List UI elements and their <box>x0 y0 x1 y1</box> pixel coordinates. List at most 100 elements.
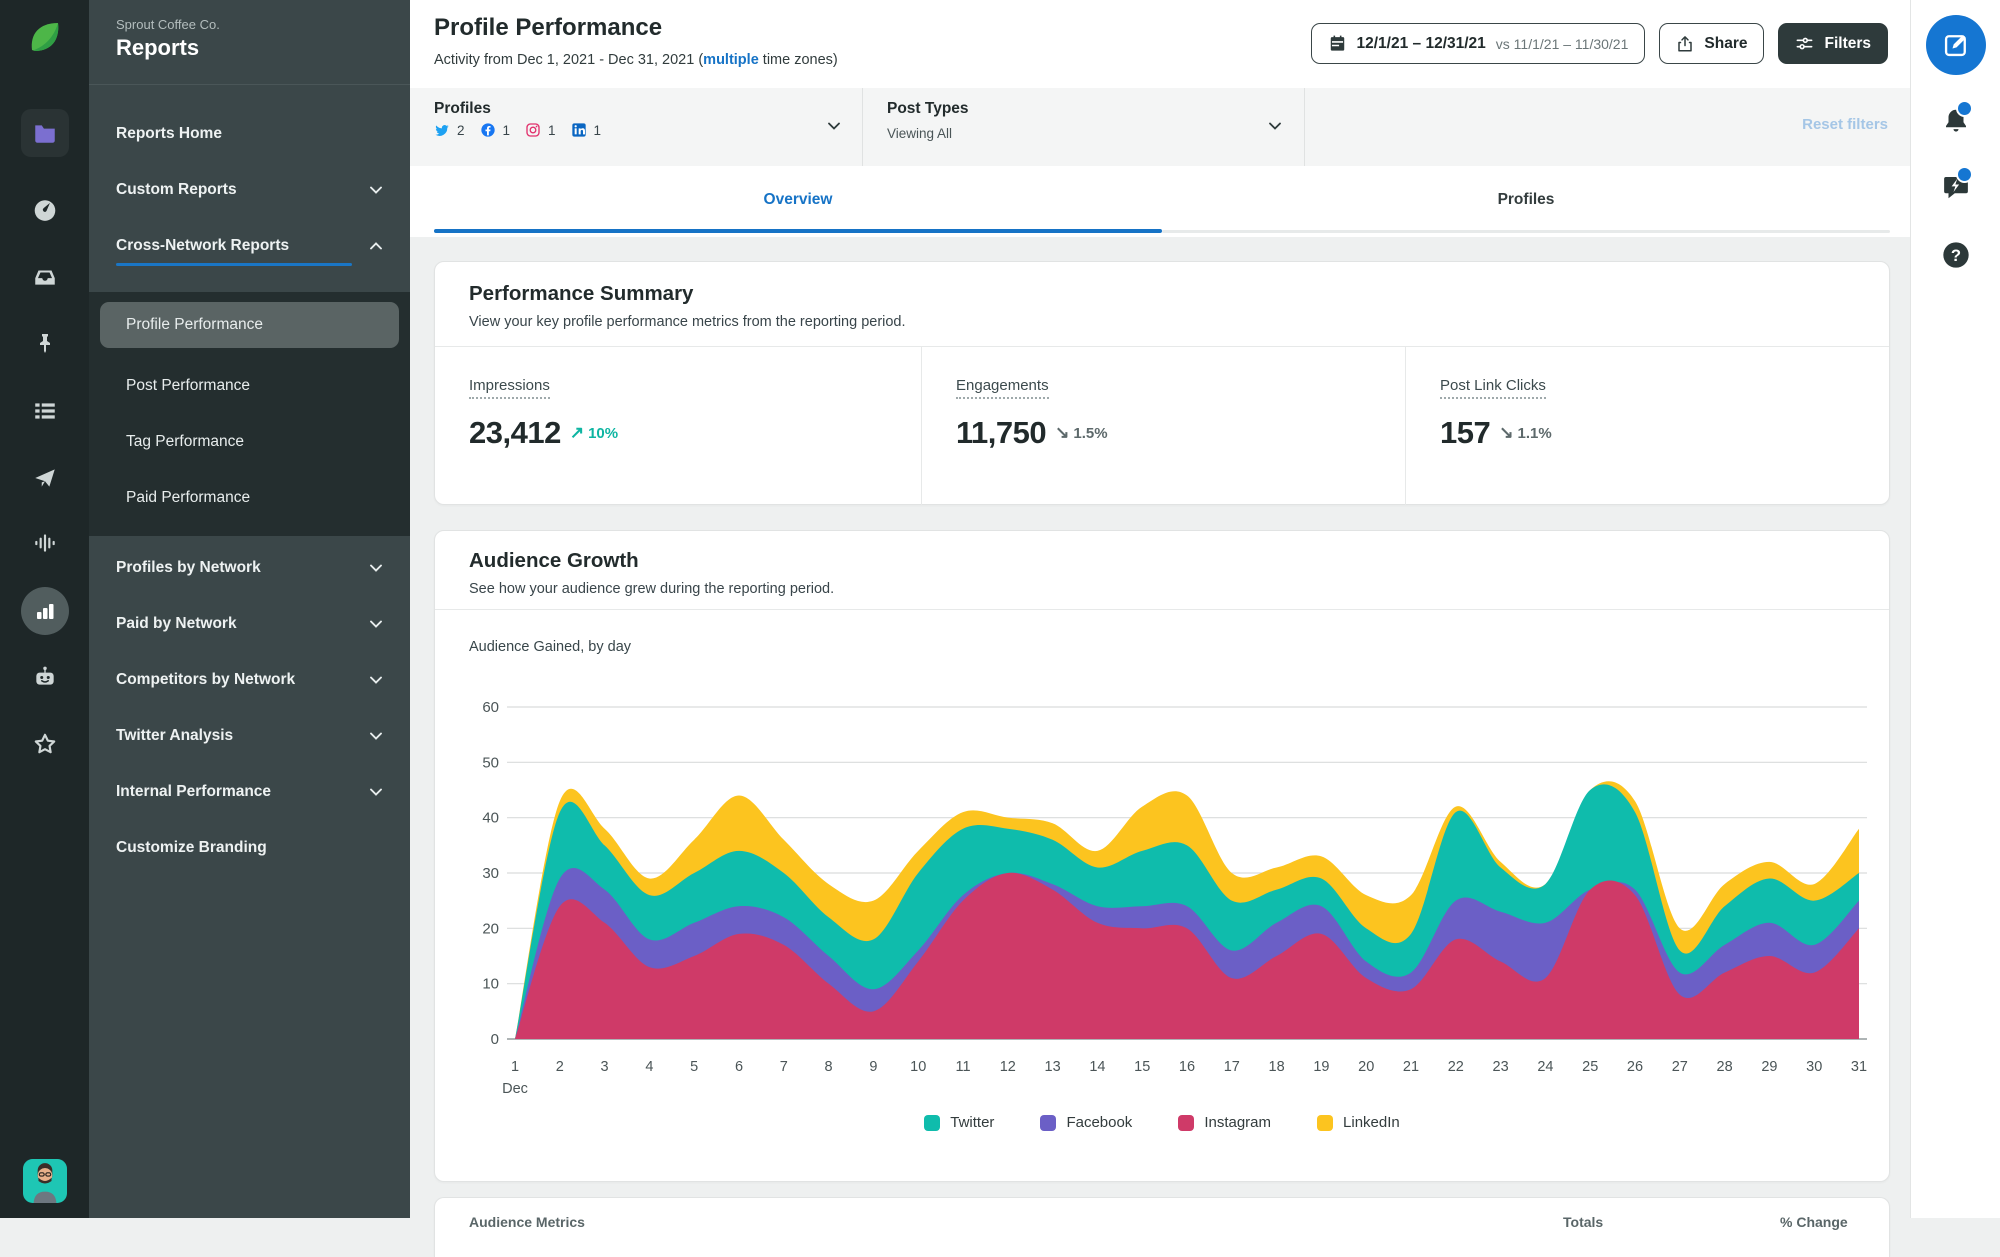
svg-text:24: 24 <box>1537 1059 1553 1075</box>
sidebar-item-reports-home[interactable]: Reports Home <box>89 106 410 162</box>
audience-growth-card: Audience Growth See how your audience gr… <box>434 530 1890 1182</box>
gauge-icon[interactable] <box>23 188 67 232</box>
sidebar-item-internal-performance[interactable]: Internal Performance <box>89 764 410 820</box>
svg-text:20: 20 <box>482 920 499 937</box>
svg-text:4: 4 <box>645 1059 653 1075</box>
svg-text:18: 18 <box>1269 1059 1285 1075</box>
legend-item-facebook[interactable]: Facebook <box>1040 1114 1132 1131</box>
sidebar-item-twitter-analysis[interactable]: Twitter Analysis <box>89 708 410 764</box>
legend-label: Facebook <box>1066 1114 1133 1131</box>
sidebar-item-paid-by-network[interactable]: Paid by Network <box>89 596 410 652</box>
svg-text:20: 20 <box>1358 1059 1374 1075</box>
utility-rail: ? <box>1910 0 2000 1218</box>
sidebar-item-label: Custom Reports <box>116 181 237 198</box>
reports-bars-icon[interactable] <box>21 587 69 635</box>
messages-badge <box>1956 166 1973 183</box>
svg-text:1: 1 <box>511 1059 519 1075</box>
sidebar-item-customize-branding[interactable]: Customize Branding <box>89 820 410 876</box>
filters-label: Filters <box>1824 34 1871 52</box>
metric-label[interactable]: Engagements <box>956 377 1049 399</box>
sidebar-subitem-profile-performance[interactable]: Profile Performance <box>100 302 399 348</box>
sidebar-subitem-label: Paid Performance <box>126 489 251 506</box>
notifications-bell-icon[interactable] <box>1937 100 1975 140</box>
post-types-filter[interactable]: Post Types Viewing All <box>863 88 1303 166</box>
page-subtitle: Activity from Dec 1, 2021 - Dec 31, 2021… <box>434 52 838 68</box>
sidebar-item-custom-reports[interactable]: Custom Reports <box>89 162 410 218</box>
filters-icon <box>1795 34 1814 53</box>
legend-label: LinkedIn <box>1343 1114 1400 1131</box>
performance-summary-subtitle: View your key profile performance metric… <box>469 314 906 330</box>
legend-swatch <box>1178 1114 1195 1131</box>
bot-icon[interactable] <box>23 655 67 699</box>
account-name: Sprout Coffee Co. <box>116 17 220 32</box>
twitter-icon <box>434 122 450 138</box>
folder-icon[interactable] <box>21 109 69 157</box>
sidebar-subitem-post-performance[interactable]: Post Performance <box>89 358 410 414</box>
post-types-filter-label: Post Types <box>887 100 969 117</box>
star-icon[interactable] <box>23 722 67 766</box>
sidebar-subitem-paid-performance[interactable]: Paid Performance <box>89 470 410 526</box>
notification-badge <box>1956 100 1973 117</box>
user-avatar[interactable] <box>23 1153 67 1209</box>
legend-label: Instagram <box>1204 1114 1272 1131</box>
sprout-logo-icon[interactable] <box>23 16 67 60</box>
instagram-profile-count: 1 <box>548 122 556 138</box>
main-content: Profile Performance Activity from Dec 1,… <box>410 0 1910 1257</box>
sidebar-item-label: Reports Home <box>116 125 222 142</box>
sidebar-item-label: Cross-Network Reports <box>116 237 290 254</box>
listening-icon[interactable] <box>23 521 67 565</box>
date-range-button[interactable]: 12/1/21 – 12/31/21 vs 11/1/21 – 11/30/21 <box>1310 23 1646 64</box>
svg-text:11: 11 <box>955 1059 970 1075</box>
legend-item-linkedin[interactable]: LinkedIn <box>1317 1114 1400 1131</box>
share-button[interactable]: Share <box>1659 23 1765 64</box>
tab-overview[interactable]: Overview <box>434 166 1162 233</box>
share-icon <box>1676 35 1694 53</box>
linkedin-profile-count: 1 <box>593 122 602 138</box>
compose-button[interactable] <box>1926 15 1986 75</box>
metric-label[interactable]: Impressions <box>469 377 550 399</box>
svg-text:27: 27 <box>1672 1059 1688 1075</box>
sidebar-subitem-tag-performance[interactable]: Tag Performance <box>89 414 410 470</box>
inbox-icon[interactable] <box>23 255 67 299</box>
svg-text:29: 29 <box>1761 1059 1777 1075</box>
chevron-up-icon <box>368 238 384 254</box>
sidebar-item-label: Internal Performance <box>116 783 272 800</box>
svg-text:19: 19 <box>1313 1059 1329 1075</box>
svg-text:12: 12 <box>1000 1059 1016 1075</box>
multiple-timezones-link[interactable]: multiple <box>703 52 759 68</box>
facebook-profile-count: 1 <box>502 122 511 138</box>
filters-button[interactable]: Filters <box>1778 23 1888 64</box>
svg-text:5: 5 <box>690 1059 698 1075</box>
tab-profiles[interactable]: Profiles <box>1162 166 1890 233</box>
svg-text:15: 15 <box>1134 1059 1150 1075</box>
svg-text:7: 7 <box>780 1059 788 1075</box>
instagram-icon <box>525 122 541 138</box>
svg-text:17: 17 <box>1224 1059 1240 1075</box>
app-rail <box>0 0 89 1218</box>
legend-item-twitter[interactable]: Twitter <box>924 1114 994 1131</box>
change-column-header: % Change <box>1780 1214 1848 1230</box>
legend-item-instagram[interactable]: Instagram <box>1178 1114 1271 1131</box>
messages-icon[interactable] <box>1937 166 1975 206</box>
svg-text:22: 22 <box>1448 1059 1464 1075</box>
reset-filters-link[interactable]: Reset filters <box>1802 116 1888 133</box>
sidebar-subitem-label: Profile Performance <box>126 316 263 333</box>
audience-growth-chart[interactable]: 01020304050601 2 3 4 5 6 7 8 9 10 11 12 13 14 15 16 17 18… <box>435 621 1891 1111</box>
audience-metrics-card: Audience Metrics Totals % Change <box>434 1197 1890 1257</box>
help-icon[interactable]: ? <box>1937 236 1975 274</box>
metric-label[interactable]: Post Link Clicks <box>1440 377 1546 399</box>
paper-plane-icon[interactable] <box>23 456 67 500</box>
sidebar-item-cross-network-reports[interactable]: Cross-Network Reports <box>89 218 410 274</box>
audience-metrics-title: Audience Metrics <box>469 1214 585 1230</box>
svg-text:9: 9 <box>869 1059 877 1075</box>
sidebar-item-competitors-by-network[interactable]: Competitors by Network <box>89 652 410 708</box>
performance-summary-card: Performance Summary View your key profil… <box>434 261 1890 505</box>
metric-value: 157 <box>1440 415 1491 450</box>
pin-icon[interactable] <box>23 321 67 365</box>
metric-change: 1.5% <box>1073 424 1108 442</box>
feeds-icon[interactable] <box>23 389 67 433</box>
sidebar-item-profiles-by-network[interactable]: Profiles by Network <box>89 540 410 596</box>
profiles-filter-label: Profiles <box>434 100 491 117</box>
report-tabs: Overview Profiles <box>410 166 1910 237</box>
profiles-filter[interactable]: Profiles 2 1 1 1 <box>410 88 862 166</box>
